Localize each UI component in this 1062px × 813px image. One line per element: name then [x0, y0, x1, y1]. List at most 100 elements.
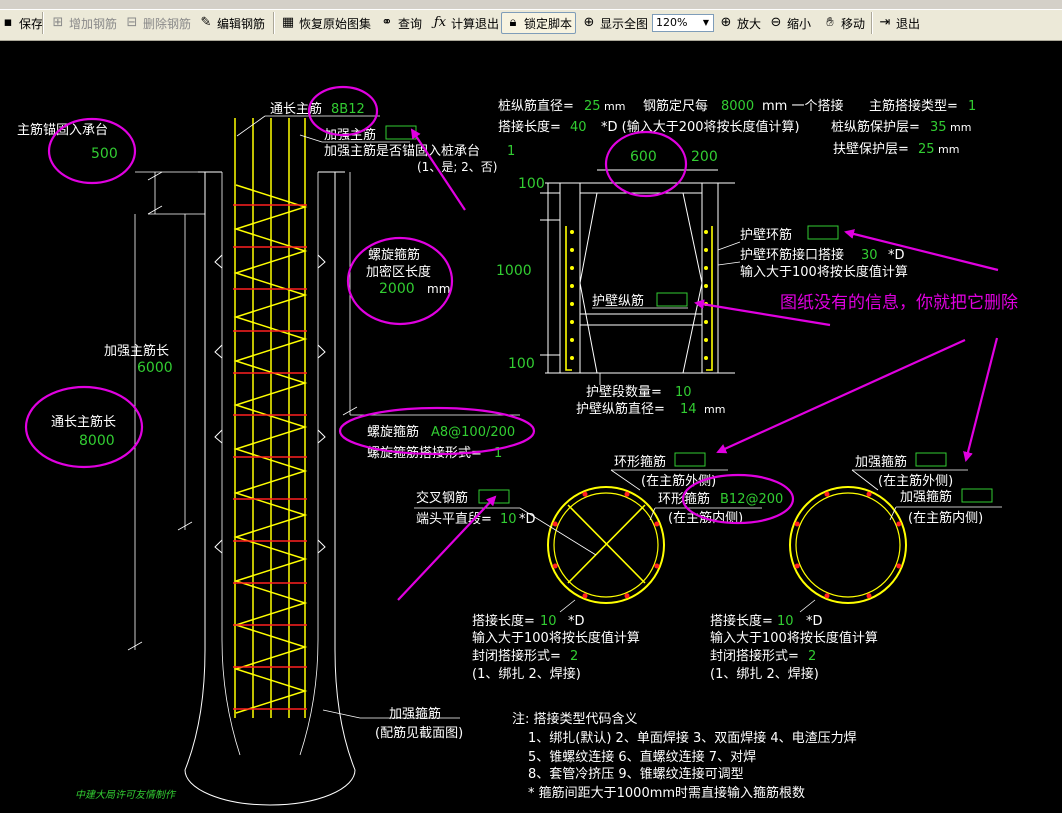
save-button[interactable]: ▪ 保存 — [0, 12, 43, 34]
wall-bar-dot — [704, 230, 708, 234]
dim-top-2[interactable]: 200 — [691, 149, 718, 165]
delete-rebar-button[interactable]: ⊟ 删除钢筋 — [124, 12, 191, 34]
right-close-lap-label: 封闭搭接形式= — [710, 648, 799, 664]
delete-rebar-icon: ⊟ — [126, 15, 138, 30]
through-length-label: 通长主筋长 — [51, 414, 116, 430]
through-rebar-value[interactable]: 8B12 — [331, 102, 365, 117]
dim-left-bottom[interactable]: 100 — [508, 356, 535, 372]
main-bar-dot — [552, 563, 558, 569]
right-close-options: (1、绑扎 2、焊接) — [710, 666, 819, 682]
delete-rebar-label: 删除钢筋 — [143, 16, 192, 31]
end-straight-label: 端头平直段= — [416, 512, 492, 527]
lap-type-value[interactable]: 1 — [968, 99, 976, 114]
reinforce-rebar-input[interactable] — [385, 125, 417, 140]
save-icon: ▪ — [3, 15, 13, 30]
pan-label: 移动 — [841, 16, 866, 31]
lock-icon: 🔒︎ — [509, 15, 517, 30]
ring-lap-value[interactable]: 30 — [861, 248, 878, 263]
lap-len-value[interactable]: 40 — [570, 120, 587, 135]
pan-hand-icon: ✋︎ — [826, 15, 834, 30]
left-close-lap-label: 封闭搭接形式= — [472, 648, 561, 664]
ring-stirrup-input[interactable] — [674, 452, 706, 467]
chevron-down-icon[interactable]: ▼ — [700, 16, 712, 30]
credit-text: 中建大局许可友情制作 — [75, 789, 177, 801]
left-lap-len-value[interactable]: 10 — [540, 614, 557, 629]
zoom-out-icon: ⊖ — [770, 15, 782, 30]
long-dia-value[interactable]: 14 — [680, 402, 697, 417]
ring-stirrup-label: 环形箍筋 — [614, 454, 666, 470]
add-rebar-button[interactable]: ⊞ 增加钢筋 — [50, 12, 117, 34]
notes-line-2: 5、锥螺纹连接 6、直螺纹连接 7、对焊 — [528, 749, 756, 765]
main-bar-dot — [866, 593, 872, 599]
lock-script-button[interactable]: 🔒︎ 锁定脚本 — [501, 12, 577, 34]
dim-left-mid[interactable]: 1000 — [496, 263, 532, 279]
left-cross-section: 环形箍筋 (在主筋外侧) 环形箍筋 B12@200 (在主筋内侧) 交叉钢筋 端… — [414, 452, 783, 682]
left-close-lap-value[interactable]: 2 — [570, 649, 578, 664]
dim-left-top[interactable]: 100 — [518, 176, 545, 192]
reinforce-stirrup-out-pos: (在主筋外侧) — [878, 473, 953, 489]
inner-ring-value[interactable]: B12@200 — [720, 492, 783, 507]
segment-count-label: 护壁段数量= — [586, 385, 662, 400]
zoom-in-label: 放大 — [737, 16, 762, 31]
restore-atlas-button[interactable]: ▦ 恢复原始图集 — [280, 12, 371, 34]
retaining-wall-labels: 600 200 100 1000 100 — [496, 149, 718, 372]
calc-exit-button[interactable]: ƒx 计算退出 — [432, 12, 499, 34]
reinforce-length-value[interactable]: 6000 — [137, 360, 173, 376]
show-all-button[interactable]: ⊕ 显示全图 — [581, 12, 648, 34]
spiral-stirrup-value[interactable]: A8@100/200 — [431, 425, 515, 440]
toolbar-separator — [871, 12, 873, 34]
zoom-out-label: 缩小 — [787, 16, 812, 31]
end-straight-value[interactable]: 10 — [500, 512, 517, 527]
main-bar-dot — [582, 491, 588, 497]
reinforce-stirrup-in-pos: (在主筋内侧) — [908, 510, 983, 526]
wall-bar-dot — [704, 284, 708, 288]
fixed-length-label: 钢筋定尺每 — [643, 98, 708, 114]
dim-top-1[interactable]: 600 — [630, 149, 657, 165]
wall-cover-value[interactable]: 25 — [918, 142, 935, 157]
fixed-length-value[interactable]: 8000 — [721, 99, 754, 114]
zoom-out-button[interactable]: ⊖ 缩小 — [768, 12, 811, 34]
right-close-lap-value[interactable]: 2 — [808, 649, 816, 664]
show-all-label: 显示全图 — [600, 16, 649, 31]
add-rebar-label: 增加钢筋 — [69, 16, 118, 31]
cover-value[interactable]: 35 — [930, 120, 947, 135]
right-lap-len-suffix: *D — [806, 614, 823, 629]
anchor-question-value[interactable]: 1 — [507, 144, 515, 159]
segment-count-value[interactable]: 10 — [675, 385, 692, 400]
wall-bar-dot — [704, 356, 708, 360]
query-button[interactable]: ⚭ 查询 — [379, 12, 422, 34]
edit-rebar-button[interactable]: ✎ 编辑钢筋 — [198, 12, 265, 34]
pan-button[interactable]: ✋︎ 移动 — [822, 12, 865, 34]
reinforce-stirrup-out-input[interactable] — [915, 452, 947, 467]
main-bar-dot — [866, 491, 872, 497]
long-dia-label: 护壁纵筋直径= — [576, 401, 665, 417]
toolbar: ▪ 保存 ⊞ 增加钢筋 ⊟ 删除钢筋 ✎ 编辑钢筋 ▦ 恢复原始图集 ⚭ 查询 … — [0, 0, 1062, 41]
reinforce-stirrup-out-label: 加强箍筋 — [855, 454, 907, 470]
pile-long-dia-value[interactable]: 25 — [584, 99, 601, 114]
drawing-canvas[interactable]: 主筋锚固入承台 500 通长主筋 8B12 加强主筋 加强主筋是否锚固入桩承台 … — [0, 41, 1062, 813]
exit-button[interactable]: ⇥ 退出 — [877, 12, 920, 34]
through-length-value[interactable]: 8000 — [79, 433, 115, 449]
long-rebar-input[interactable] — [656, 292, 688, 307]
spiral-stirrup-label: 螺旋箍筋 — [367, 424, 419, 440]
reinforce-stirrup-label: 加强箍筋 — [389, 706, 441, 722]
zoom-level-select[interactable]: 120% ▼ — [652, 14, 714, 32]
through-rebar-label: 通长主筋 — [270, 101, 322, 117]
annotation-text: 图纸没有的信息，你就把它删除 — [780, 293, 1018, 313]
zoom-in-button[interactable]: ⊕ 放大 — [718, 12, 761, 34]
ring-rebar-input[interactable] — [807, 225, 839, 240]
anchor-options: (1、是; 2、否) — [417, 160, 498, 174]
spiral-dense-value[interactable]: 2000 — [379, 281, 415, 297]
lap-len-label: 搭接长度= — [498, 119, 561, 135]
long-dia-unit: mm — [704, 403, 725, 416]
ring-lap-note: 输入大于100将按长度值计算 — [740, 264, 908, 280]
main-anchor-value[interactable]: 500 — [91, 146, 118, 162]
right-lap-len-value[interactable]: 10 — [777, 614, 794, 629]
restore-icon: ▦ — [281, 15, 295, 30]
retaining-wall-outline — [540, 169, 735, 374]
wall-bar-dot — [570, 248, 574, 252]
window-title-strip — [0, 0, 1062, 10]
spiral-dense-unit: mm — [427, 282, 450, 296]
reinforce-stirrup-in-input[interactable] — [961, 488, 993, 503]
wall-bar-dot — [570, 230, 574, 234]
